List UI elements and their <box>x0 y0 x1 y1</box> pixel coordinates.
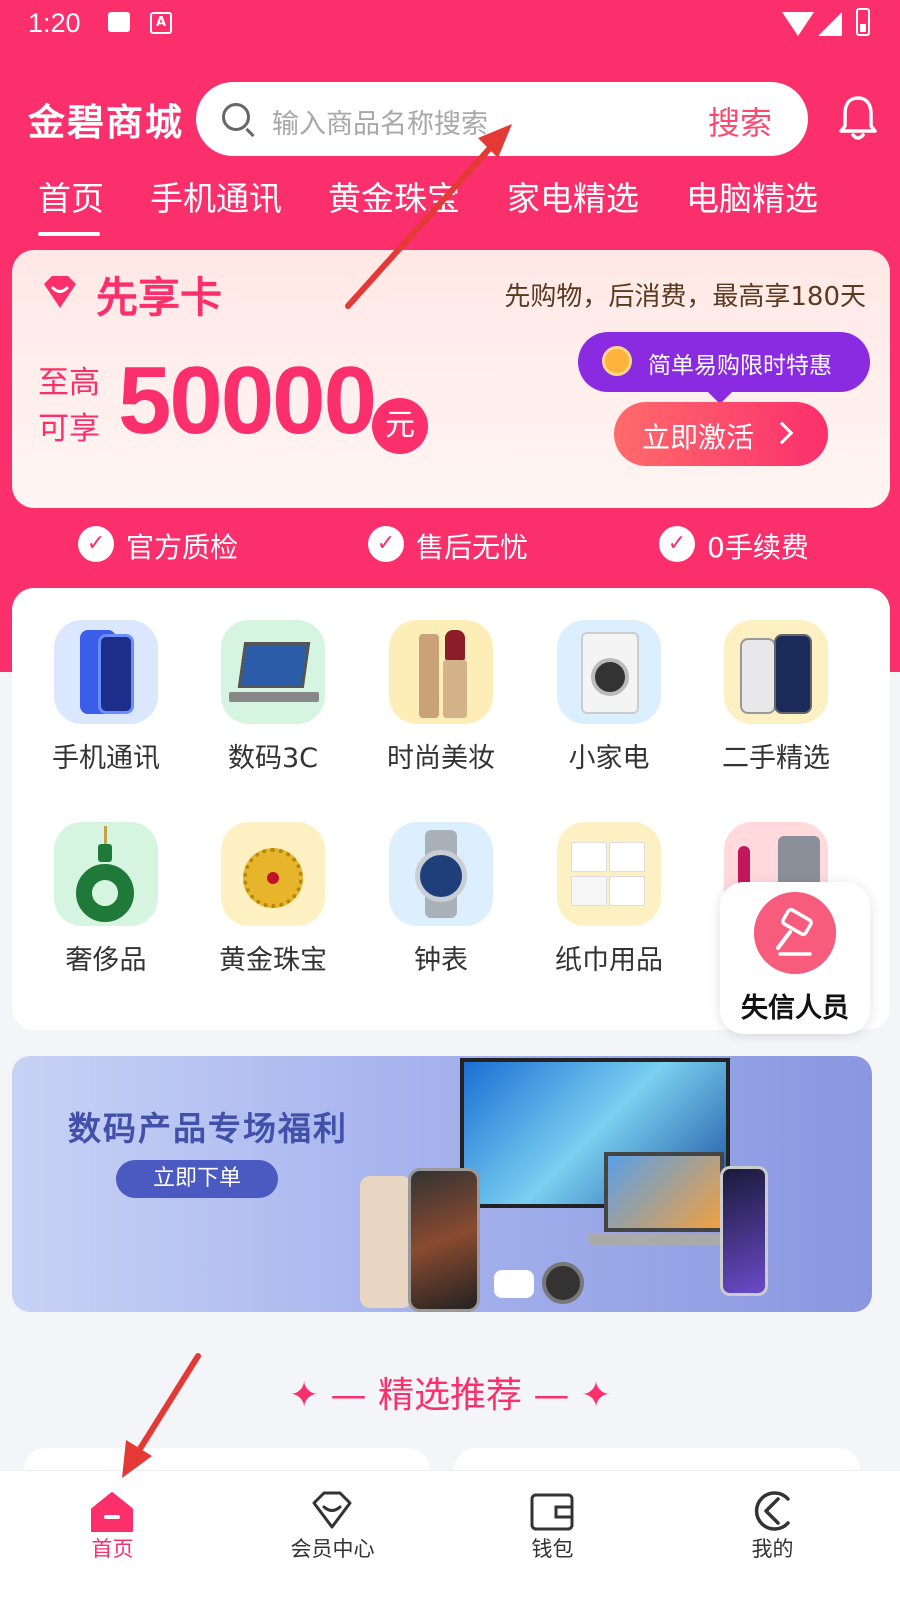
category-phones[interactable]: 手机通讯 <box>26 620 186 800</box>
bottom-nav: 首页 会员中心 钱包 我的 <box>0 1470 900 1600</box>
watch-icon <box>389 822 493 926</box>
search-icon <box>222 103 250 131</box>
nav-label: 我的 <box>751 1537 794 1561</box>
card-slogan: 先购物，后消费，最高享180天 <box>504 282 866 312</box>
nav-label: 首页 <box>91 1537 134 1561</box>
laptop-base-image <box>588 1234 742 1246</box>
activate-button[interactable]: 立即激活 <box>614 402 828 466</box>
earbuds-image <box>494 1270 534 1298</box>
washer-icon <box>557 620 661 724</box>
tab-phones[interactable]: 手机通讯 <box>150 172 282 220</box>
laptop-icon <box>221 620 325 724</box>
category-label: 时尚美妆 <box>387 743 495 774</box>
category-digital[interactable]: 数码3C <box>193 620 353 800</box>
float-label: 失信人员 <box>741 993 849 1024</box>
active-tab-indicator <box>38 232 100 236</box>
digital-promo-banner[interactable]: 数码产品专场福利 立即下单 <box>12 1056 872 1312</box>
diamond-icon <box>312 1491 352 1529</box>
check-icon: ✓ <box>368 526 404 562</box>
tab-computers[interactable]: 电脑精选 <box>686 172 818 220</box>
profile-icon <box>754 1491 790 1531</box>
dishonest-persons-button[interactable]: 失信人员 <box>720 882 870 1034</box>
feature-label: 官方质检 <box>126 531 239 564</box>
category-label: 纸巾用品 <box>555 945 663 976</box>
credit-amount: 50000 <box>118 347 377 454</box>
promo-bubble: 简单易购限时特惠 <box>578 332 870 404</box>
tab-home[interactable]: 首页 <box>38 172 104 220</box>
activate-label: 立即激活 <box>642 421 755 454</box>
coin-icon <box>602 346 632 376</box>
tab-appliances[interactable]: 家电精选 <box>507 172 639 220</box>
battery-icon <box>856 8 870 36</box>
feature-label: 0手续费 <box>707 531 809 564</box>
home-icon <box>91 1492 133 1532</box>
category-watches[interactable]: 钟表 <box>361 822 521 1002</box>
nav-home[interactable]: 首页 <box>0 1471 225 1600</box>
amount-unit: 元 <box>372 398 428 454</box>
phone-icon <box>54 620 158 724</box>
category-secondhand[interactable]: 二手精选 <box>696 620 856 800</box>
heart-diamond-icon <box>44 276 76 308</box>
gavel-icon <box>754 892 836 974</box>
category-label: 钟表 <box>414 945 468 976</box>
card-upto-label: 至高可享 <box>38 365 100 447</box>
phone-right-image <box>720 1166 768 1296</box>
laptop-image <box>604 1152 724 1232</box>
banner-title: 数码产品专场福利 <box>68 1109 348 1148</box>
jade-pendant-icon <box>54 822 158 926</box>
search-button[interactable]: 搜索 <box>708 98 772 144</box>
promo-text: 简单易购限时特惠 <box>648 353 832 379</box>
tab-jewelry[interactable]: 黄金珠宝 <box>328 172 460 220</box>
signal-icon <box>818 12 842 36</box>
check-icon: ✓ <box>78 526 114 562</box>
image-notification-icon <box>108 12 130 32</box>
status-bar: 1:20 A <box>0 0 900 50</box>
category-label: 小家电 <box>568 743 650 774</box>
feature-label: 售后无忧 <box>416 531 529 564</box>
phone-back-image <box>360 1176 412 1308</box>
nav-member-center[interactable]: 会员中心 <box>220 1471 445 1600</box>
category-beauty[interactable]: 时尚美妆 <box>361 620 521 800</box>
nav-wallet[interactable]: 钱包 <box>440 1471 665 1600</box>
search-bar[interactable]: 输入商品名称搜索 搜索 <box>196 82 808 156</box>
category-label: 黄金珠宝 <box>219 945 327 976</box>
category-label: 奢侈品 <box>65 945 147 976</box>
category-small-appliance[interactable]: 小家电 <box>529 620 689 800</box>
section-title: ✦ — 精选推荐 — ✦ <box>288 1375 612 1416</box>
category-gold[interactable]: 黄金珠宝 <box>193 822 353 1002</box>
nav-label: 会员中心 <box>290 1537 375 1561</box>
bell-icon[interactable] <box>838 94 878 142</box>
status-time: 1:20 <box>28 8 81 38</box>
category-label: 手机通讯 <box>52 743 160 774</box>
phone-front-image <box>408 1168 480 1312</box>
gold-pendant-icon <box>221 822 325 926</box>
wifi-icon <box>782 12 814 36</box>
category-label: 数码3C <box>227 743 319 774</box>
credit-card-banner[interactable]: 先享卡 先购物，后消费，最高享180天 至高可享 50000 元 简单易购限时特… <box>12 250 890 508</box>
brand-logo: 金碧商城 <box>28 100 184 144</box>
category-label: 二手精选 <box>722 743 830 774</box>
tissue-icon <box>557 822 661 926</box>
category-luxury[interactable]: 奢侈品 <box>26 822 186 1002</box>
nav-profile[interactable]: 我的 <box>660 1471 885 1600</box>
search-input[interactable]: 输入商品名称搜索 <box>272 102 488 141</box>
banner-order-button[interactable]: 立即下单 <box>116 1160 278 1198</box>
used-phone-icon <box>724 620 828 724</box>
category-tissue[interactable]: 纸巾用品 <box>529 822 689 1002</box>
a-notification-icon: A <box>150 12 172 34</box>
card-title: 先享卡 <box>96 273 223 322</box>
chevron-right-icon <box>770 421 794 445</box>
lipstick-icon <box>389 620 493 724</box>
wallet-icon <box>530 1493 574 1531</box>
nav-label: 钱包 <box>531 1537 574 1561</box>
category-tabs: 首页 手机通讯 黄金珠宝 家电精选 电脑精选 <box>0 172 900 242</box>
check-icon: ✓ <box>659 526 695 562</box>
watch-image <box>542 1262 584 1304</box>
